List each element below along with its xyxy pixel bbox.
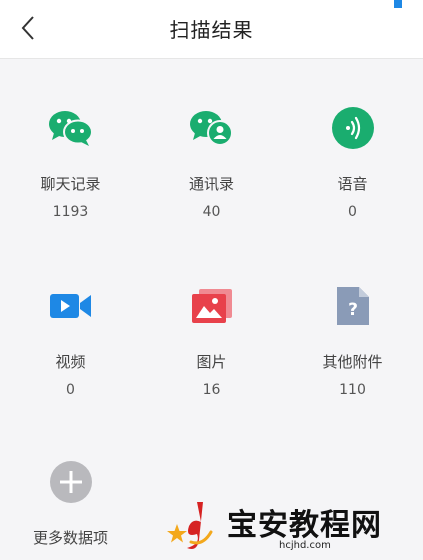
item-label: 聊天记录 [40,175,101,193]
wechat-chat-icon [48,111,93,146]
item-count: 110 [339,382,366,398]
svg-text:?: ? [348,300,358,320]
wechat-contacts-icon [189,111,233,146]
top-bar: 扫描结果 [0,0,423,59]
item-contacts[interactable]: 通讯录 40 [141,103,282,220]
image-icon [191,289,232,323]
item-label: 图片 [196,353,227,371]
video-icon [49,294,91,318]
site-watermark: 宝安教程网 hcjhd.com [167,498,417,556]
item-count: 16 [202,382,221,398]
watermark-text: 宝安教程网 [227,508,382,543]
item-count: 1193 [52,204,89,220]
item-count: 40 [202,204,221,220]
item-label: 更多数据项 [32,529,108,547]
scan-result-grid: 聊天记录 1193 通讯录 40 语音 0 视频 0 图片 16 ? 其他附件 … [0,59,423,560]
item-voice[interactable]: 语音 0 [282,103,423,220]
page-title: 扫描结果 [169,18,254,42]
item-video[interactable]: 视频 0 [0,281,141,398]
voice-icon [331,107,374,149]
item-count: 0 [348,204,357,220]
status-indicator [394,0,402,8]
item-label: 通讯录 [188,175,234,193]
plus-circle-icon [49,461,92,503]
watermark-url: hcjhd.com [279,540,331,551]
item-other-attachments[interactable]: ? 其他附件 110 [282,281,423,398]
item-count: 0 [66,382,75,398]
item-label: 语音 [337,175,368,193]
item-more-data[interactable]: 更多数据项 [0,457,141,548]
item-label: 视频 [55,353,86,371]
item-chat-records[interactable]: 聊天记录 1193 [0,103,141,220]
item-images[interactable]: 图片 16 [141,281,282,398]
watermark-logo-icon [167,502,213,549]
file-unknown-icon: ? [336,287,369,325]
item-label: 其他附件 [322,353,383,371]
